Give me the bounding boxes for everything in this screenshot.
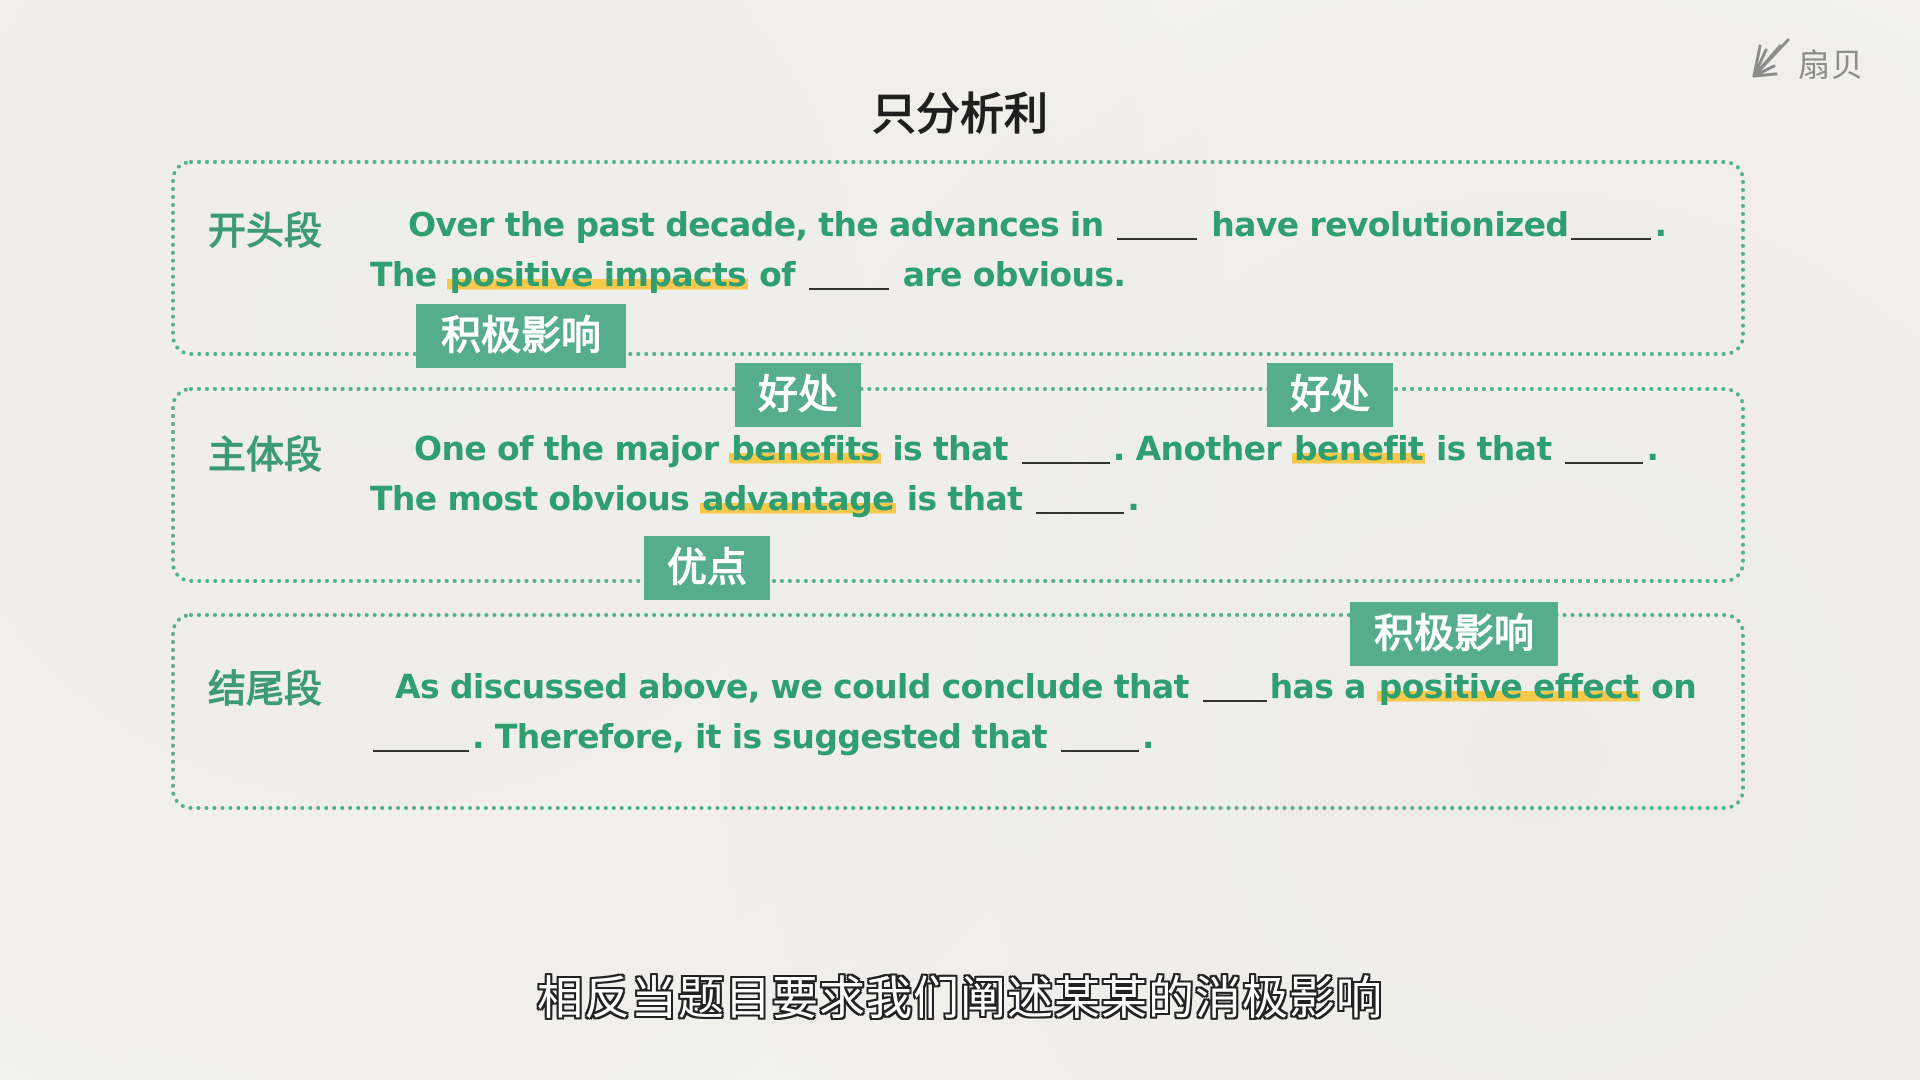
text-fragment: is that xyxy=(892,429,1008,468)
body-text: One of the major benefits is that . Anot… xyxy=(370,424,1730,524)
highlighted-phrase: positive effect xyxy=(1376,667,1641,706)
text-fragment: is that xyxy=(906,479,1023,518)
tag-positive-impact: 积极影响 xyxy=(416,304,626,368)
text-fragment: . xyxy=(1141,717,1155,756)
text-fragment: . Another xyxy=(1112,429,1282,468)
shanbay-logo: 扇贝 xyxy=(1746,36,1866,84)
tag-benefit-2: 好处 xyxy=(1267,363,1393,427)
text-fragment: on xyxy=(1651,667,1697,706)
blank-line xyxy=(1021,432,1110,464)
blank-line xyxy=(1571,208,1652,240)
text-fragment: . xyxy=(1127,479,1140,518)
video-subtitle: 相反当题目要求我们阐述某某的消极影响 xyxy=(537,971,1383,1025)
opening-text: Over the past decade, the advances in ha… xyxy=(370,200,1730,300)
blank-line xyxy=(1060,720,1139,752)
shanbay-logo-icon xyxy=(1752,38,1790,78)
text-fragment: of xyxy=(759,255,795,294)
opening-label: 开头段 xyxy=(208,209,323,253)
closing-label: 结尾段 xyxy=(208,667,323,711)
text-fragment: One of the major xyxy=(414,429,719,468)
tag-benefit-1: 好处 xyxy=(735,363,861,427)
blank-line xyxy=(1036,482,1125,514)
closing-text: As discussed above, we could conclude th… xyxy=(370,662,1730,762)
tag-advantage: 优点 xyxy=(644,536,770,600)
page-title: 只分析利 xyxy=(872,89,1048,140)
tag-positive-effect: 积极影响 xyxy=(1350,602,1558,666)
blank-line xyxy=(1117,208,1198,240)
text-fragment: has a xyxy=(1269,667,1367,706)
blank-line xyxy=(1202,670,1267,702)
blank-line xyxy=(373,720,469,752)
text-fragment: Over the past decade, the advances in xyxy=(408,205,1104,244)
blank-line xyxy=(808,258,889,290)
text-fragment: have revolutionized xyxy=(1211,205,1569,244)
highlighted-phrase: positive impacts xyxy=(447,255,749,294)
text-fragment: As discussed above, we could conclude th… xyxy=(395,667,1189,706)
highlighted-phrase: benefit xyxy=(1291,429,1426,468)
blank-line xyxy=(1565,432,1644,464)
text-fragment: is that xyxy=(1435,429,1552,468)
text-fragment: . Therefore, it is suggested that xyxy=(472,717,1048,756)
highlighted-phrase: benefits xyxy=(729,429,882,468)
body-label: 主体段 xyxy=(208,433,323,477)
highlighted-phrase: advantage xyxy=(700,479,896,518)
text-fragment: are obvious. xyxy=(902,255,1126,294)
